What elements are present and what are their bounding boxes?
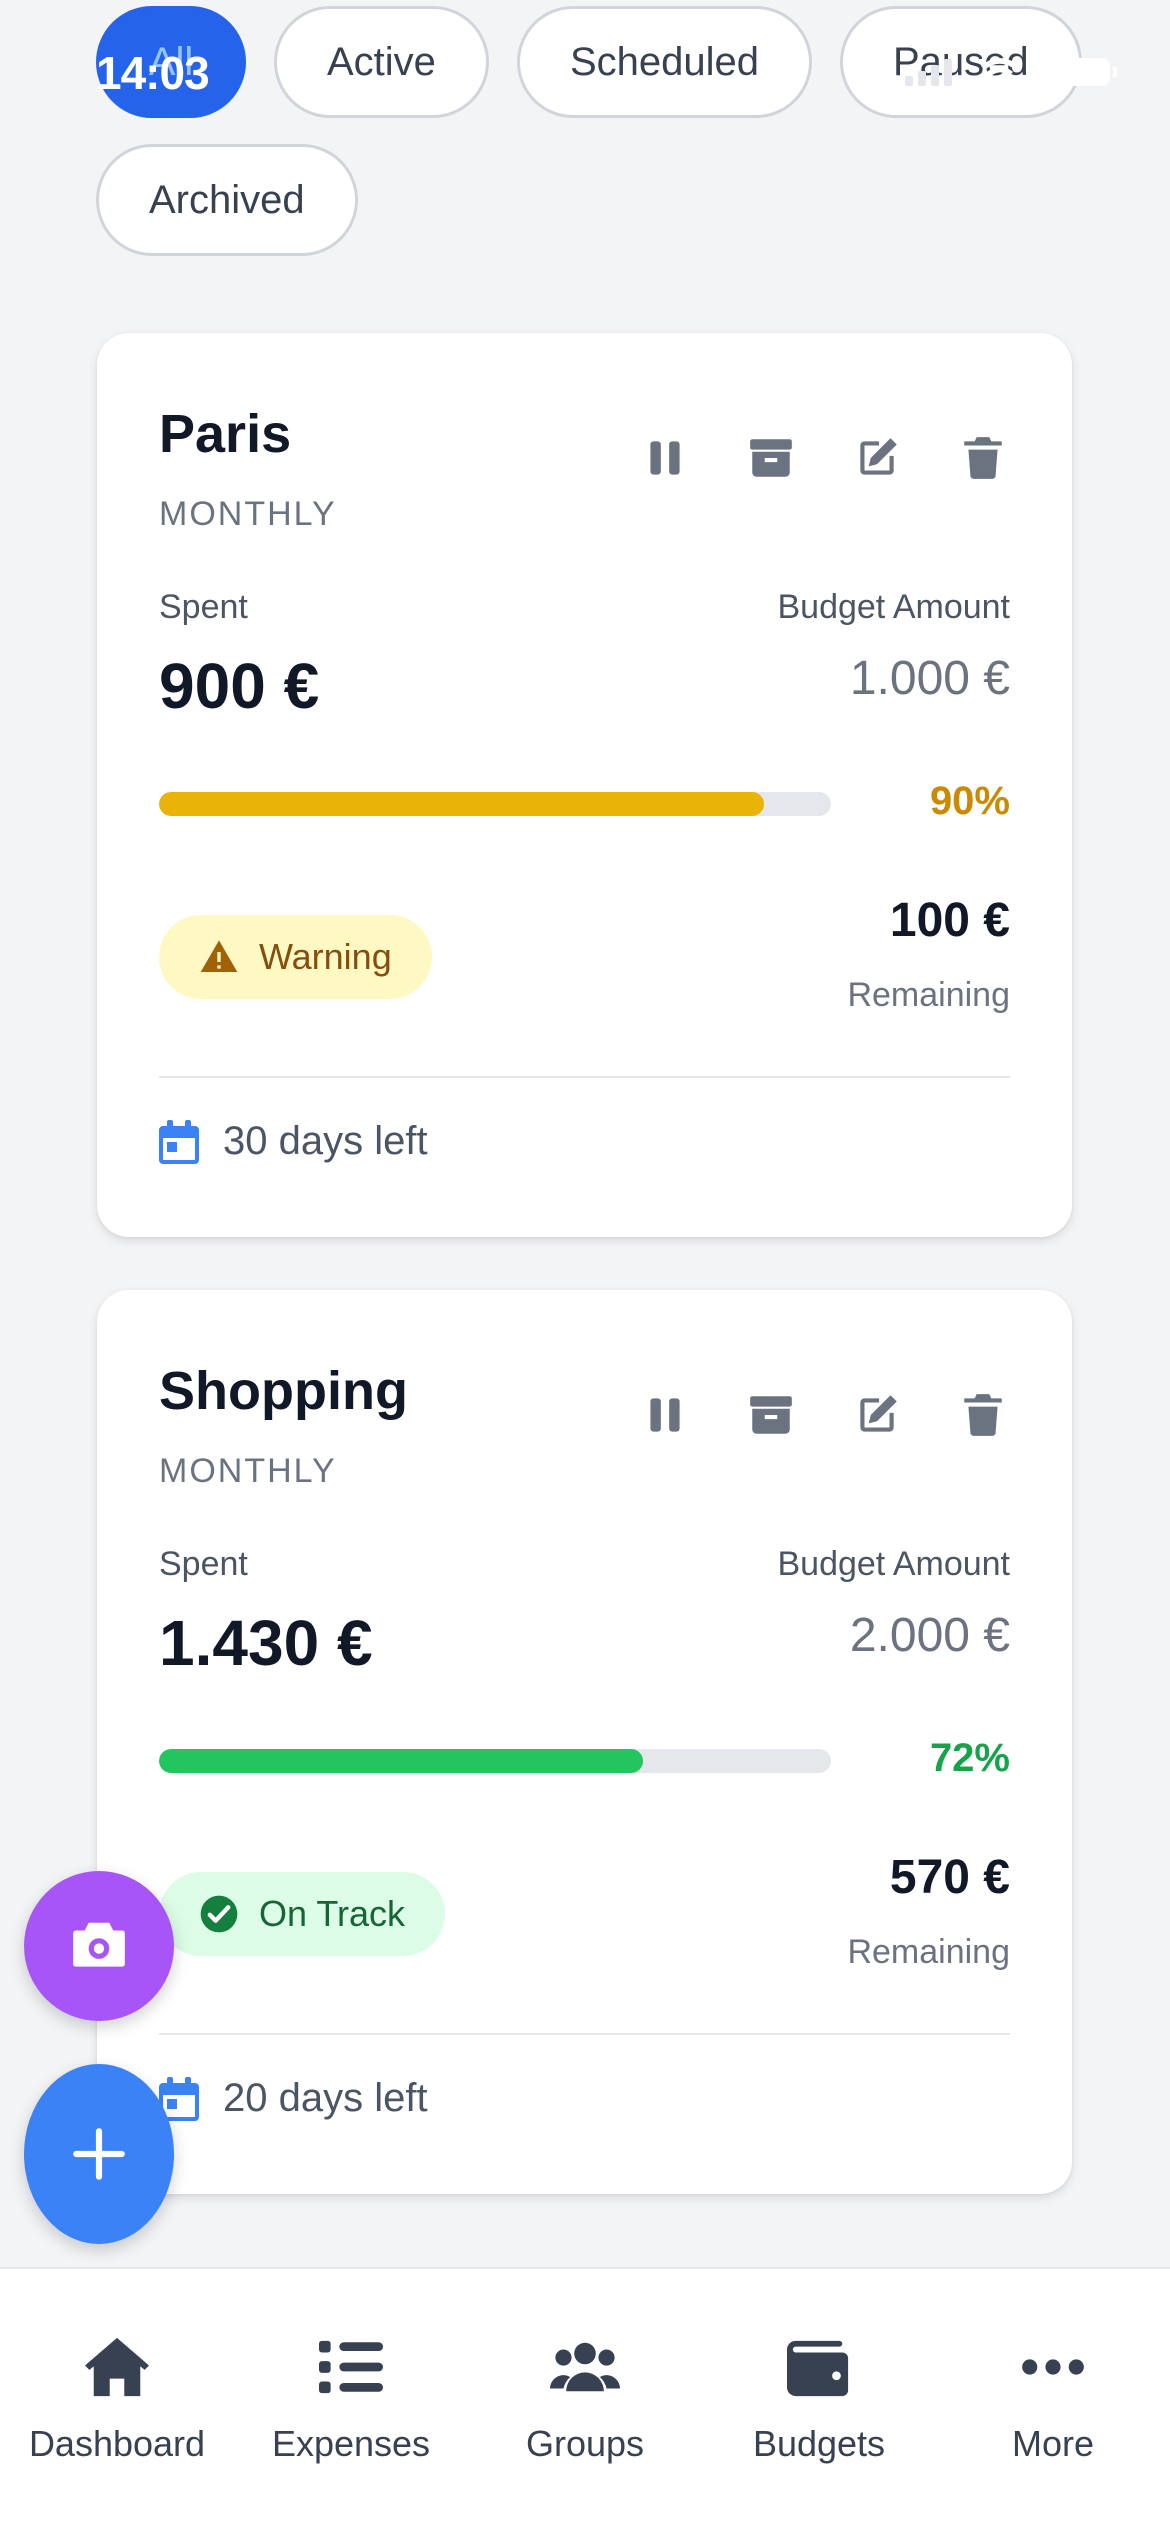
spent-amount: 1.430 € [159, 1607, 373, 1679]
progress-percent: 90% [929, 779, 1010, 823]
filter-chips: All Active Scheduled Paused Archived [96, 6, 1096, 256]
nav-item-more[interactable]: More [936, 2269, 1170, 2532]
budget-amount: 2.000 € [849, 1609, 1010, 1662]
plus-icon [73, 2128, 125, 2180]
budget-amount: 1.000 € [849, 652, 1010, 705]
warning-triangle-icon [200, 940, 238, 972]
status-text: On Track [259, 1893, 406, 1934]
trash-icon [964, 1394, 1002, 1436]
add-expense-button[interactable] [24, 2064, 174, 2244]
progress-fill [159, 792, 764, 816]
progress-bar [159, 792, 831, 816]
archive-button[interactable] [738, 1382, 804, 1448]
days-left: 20 days left [223, 2076, 428, 2120]
budget-period: MONTHLY [159, 495, 337, 533]
budget-actions [632, 425, 1016, 491]
camera-icon [73, 1922, 125, 1967]
remaining-label: Remaining [847, 1933, 1010, 1971]
days-left-row: 30 days left [159, 1119, 428, 1164]
remaining-label: Remaining [847, 976, 1010, 1014]
pause-button[interactable] [632, 425, 698, 491]
nav-label: More [1011, 2423, 1095, 2464]
nav-item-budgets[interactable]: Budgets [702, 2269, 936, 2532]
remaining-amount: 570 € [889, 1851, 1010, 1904]
days-left: 30 days left [223, 1119, 428, 1163]
calendar-icon [159, 1119, 199, 1164]
bottom-nav: Dashboard Expenses Groups Budgets More [0, 2267, 1170, 2532]
card-divider [159, 2033, 1010, 2035]
budget-amount-label: Budget Amount [777, 1545, 1010, 1583]
progress-percent: 72% [929, 1736, 1010, 1780]
trash-icon [964, 437, 1002, 479]
list-icon [319, 2340, 383, 2394]
remaining-amount: 100 € [889, 894, 1010, 947]
nav-label: Groups [525, 2423, 645, 2464]
spent-amount: 900 € [159, 650, 320, 722]
nav-item-expenses[interactable]: Expenses [234, 2269, 468, 2532]
filter-chip-archived[interactable]: Archived [96, 144, 358, 256]
nav-item-groups[interactable]: Groups [468, 2269, 702, 2532]
wallet-icon [787, 2340, 849, 2397]
nav-label: Expenses [271, 2423, 431, 2464]
delete-button[interactable] [950, 425, 1016, 491]
budget-amount-label: Budget Amount [777, 588, 1010, 626]
home-icon [85, 2337, 149, 2397]
edit-icon [860, 1395, 897, 1432]
archive-icon [750, 1396, 792, 1434]
budget-name: Shopping [159, 1361, 408, 1421]
edit-button[interactable] [844, 1382, 910, 1448]
pause-icon [650, 441, 680, 475]
progress-fill [159, 1749, 643, 1773]
more-dots-icon [1022, 2359, 1084, 2375]
nav-label: Dashboard [28, 2423, 206, 2464]
scan-receipt-button[interactable] [24, 1871, 174, 2021]
budget-card[interactable]: Paris MONTHLY Spent 900 € Budget Amount … [97, 333, 1072, 1237]
pause-button[interactable] [632, 1382, 698, 1448]
days-left-row: 20 days left [159, 2076, 428, 2121]
status-badge: Warning [159, 915, 432, 999]
budget-name: Paris [159, 404, 292, 464]
spent-label: Spent [159, 1545, 248, 1583]
archive-icon [750, 439, 792, 477]
filter-chip-paused[interactable]: Paused [839, 6, 1082, 118]
filter-chip-all[interactable]: All [96, 6, 246, 118]
card-divider [159, 1076, 1010, 1078]
edit-icon [860, 438, 897, 475]
budget-actions [632, 1382, 1016, 1448]
users-icon [550, 2342, 620, 2392]
delete-button[interactable] [950, 1382, 1016, 1448]
status-badge: On Track [159, 1872, 446, 1956]
nav-item-dashboard[interactable]: Dashboard [0, 2269, 234, 2532]
check-circle-icon [200, 1895, 238, 1933]
progress-bar [159, 1749, 831, 1773]
filter-chip-active[interactable]: Active [274, 6, 489, 118]
filter-chip-scheduled[interactable]: Scheduled [516, 6, 812, 118]
budget-card[interactable]: Shopping MONTHLY Spent 1.430 € Budget Am… [97, 1290, 1072, 2194]
status-text: Warning [259, 936, 392, 977]
archive-button[interactable] [738, 425, 804, 491]
pause-icon [650, 1398, 680, 1432]
nav-label: Budgets [752, 2423, 886, 2464]
edit-button[interactable] [844, 425, 910, 491]
budget-period: MONTHLY [159, 1452, 337, 1490]
spent-label: Spent [159, 588, 248, 626]
